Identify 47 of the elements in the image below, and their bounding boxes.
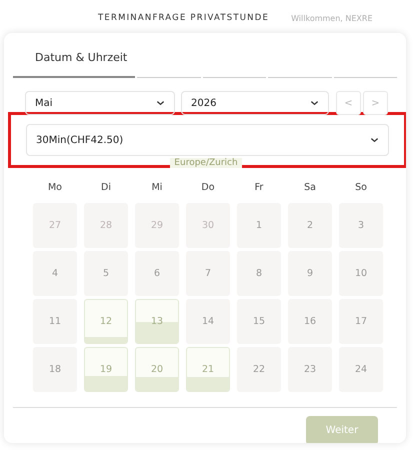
day-cell[interactable]: 19 (84, 347, 128, 392)
chevron-down-icon (156, 100, 165, 106)
month-select[interactable]: Mai (25, 91, 175, 115)
day-cell[interactable]: 11 (33, 299, 77, 344)
year-select[interactable]: 2026 (181, 91, 329, 115)
chevron-down-icon (370, 137, 379, 143)
day-cell[interactable]: 20 (135, 347, 179, 392)
day-cell[interactable]: 23 (288, 347, 332, 392)
day-cell[interactable]: 4 (33, 251, 77, 296)
weekday-label: Do (200, 181, 216, 195)
day-cell[interactable]: 29 (135, 203, 179, 248)
day-cell[interactable]: 15 (237, 299, 281, 344)
previous-month-button[interactable]: < (336, 91, 361, 115)
welcome-text: Willkommen, NEXRE (291, 14, 373, 25)
day-cell[interactable]: 24 (339, 347, 383, 392)
day-cell[interactable]: 12 (84, 299, 128, 344)
day-cell[interactable]: 22 (237, 347, 281, 392)
day-cell[interactable]: 8 (237, 251, 281, 296)
day-cell[interactable]: 17 (339, 299, 383, 344)
weekday-label: Fr (254, 181, 264, 195)
page-title: TERMINANFRAGE PRIVATSTUNDE (98, 13, 270, 25)
weekday-label: Mo (46, 181, 63, 195)
duration-select[interactable]: 30Min(CHF42.50) (26, 124, 389, 156)
weekday-label: Sa (303, 181, 317, 195)
day-cell[interactable]: 9 (288, 251, 332, 296)
weekday-label: Mi (150, 181, 164, 195)
tab[interactable]: Datum & Uhrzeit (13, 47, 136, 78)
day-cell[interactable]: 27 (33, 203, 77, 248)
day-cell[interactable]: 3 (339, 203, 383, 248)
day-cell[interactable]: 2 (288, 203, 332, 248)
day-cell[interactable]: 14 (186, 299, 230, 344)
day-cell[interactable]: 6 (135, 251, 179, 296)
day-cell[interactable]: 1 (237, 203, 281, 248)
day-cell[interactable]: 13 (135, 299, 179, 344)
weekday-label: Di (100, 181, 112, 195)
next-month-button[interactable]: > (363, 91, 388, 115)
day-cell[interactable]: 7 (186, 251, 230, 296)
chevron-down-icon (310, 100, 319, 106)
day-cell[interactable]: 18 (33, 347, 77, 392)
day-cell[interactable]: 16 (288, 299, 332, 344)
day-cell[interactable]: 21 (186, 347, 230, 392)
day-cell[interactable]: 10 (339, 251, 383, 296)
day-cell[interactable]: 5 (84, 251, 128, 296)
day-cell[interactable]: 30 (186, 203, 230, 248)
weekday-label: So (354, 181, 368, 195)
timezone-label: Europe/Zurich (170, 158, 242, 168)
day-cell[interactable]: 28 (84, 203, 128, 248)
